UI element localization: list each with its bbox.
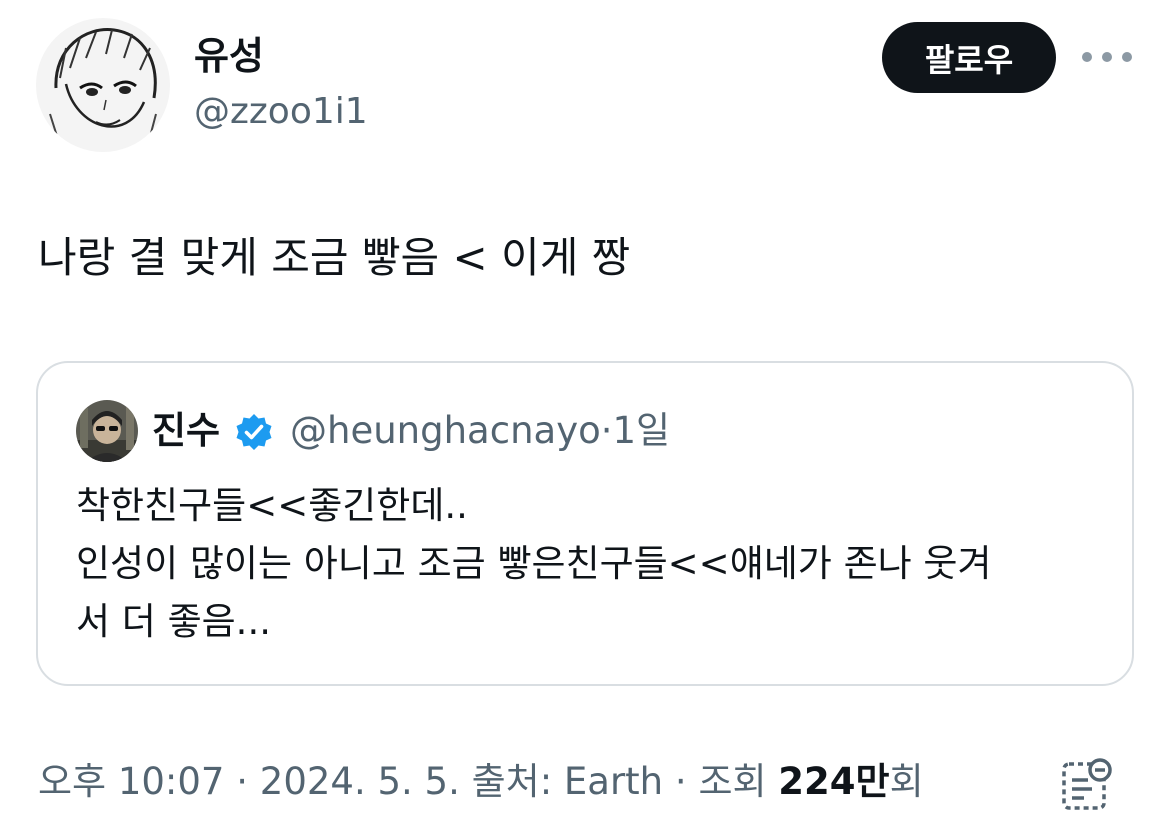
author-display-name[interactable]: 유성 [194, 32, 264, 80]
quoted-tweet-card[interactable]: 진수 @heunghacnayo·1일 착한친구들<<좋긴한데.. 인성이 많이… [36, 361, 1134, 686]
views-suffix: 회 [889, 760, 924, 803]
analytics-icon[interactable] [1058, 756, 1114, 812]
more-dot [1082, 52, 1092, 62]
quoted-author-display-name[interactable]: 진수 [152, 407, 220, 455]
quoted-author-handle[interactable]: @heunghacnayo [290, 409, 601, 452]
more-dot [1122, 52, 1132, 62]
more-dot [1102, 52, 1112, 62]
tweet-source: 출처: Earth [471, 760, 664, 803]
meta-separator: · [600, 409, 613, 452]
quoted-tweet-line: 서 더 좋음... [76, 600, 271, 643]
tweet-detail: 유성 @zzoo1i1 팔로우 나랑 결 맞게 조금 빻음 < 이게 짱 진수 [0, 0, 1170, 819]
meta-separator: · [224, 760, 260, 803]
tweet-metadata: 오후 10:07 · 2024. 5. 5. 출처: Earth · 조회 22… [38, 756, 924, 808]
author-avatar[interactable] [36, 18, 170, 152]
quoted-author-avatar[interactable] [76, 400, 138, 462]
quoted-tweet-line: 인성이 많이는 아니고 조금 빻은친구들<<얘네가 존나 웃겨 [76, 542, 992, 585]
verified-badge-icon [234, 412, 274, 452]
quoted-tweet-line: 착한친구들<<좋긴한데.. [76, 484, 468, 527]
follow-button[interactable]: 팔로우 [882, 22, 1056, 93]
meta-separator: · [663, 760, 699, 803]
quoted-tweet-time[interactable]: 1일 [613, 409, 671, 452]
more-horizontal-icon[interactable] [1082, 40, 1132, 74]
quoted-tweet-text: 착한친구들<<좋긴한데.. 인성이 많이는 아니고 조금 빻은친구들<<얘네가 … [76, 477, 1116, 651]
tweet-text: 나랑 결 맞게 조금 빻음 < 이게 짱 [38, 233, 631, 282]
views-count: 224만 [778, 760, 890, 803]
tweet-date[interactable]: 2024. 5. 5. [260, 760, 460, 803]
tweet-time[interactable]: 오후 10:07 [38, 760, 224, 803]
quoted-tweet-meta: @heunghacnayo·1일 [290, 407, 670, 455]
views-label: 조회 [698, 760, 767, 803]
author-handle[interactable]: @zzoo1i1 [194, 88, 368, 136]
